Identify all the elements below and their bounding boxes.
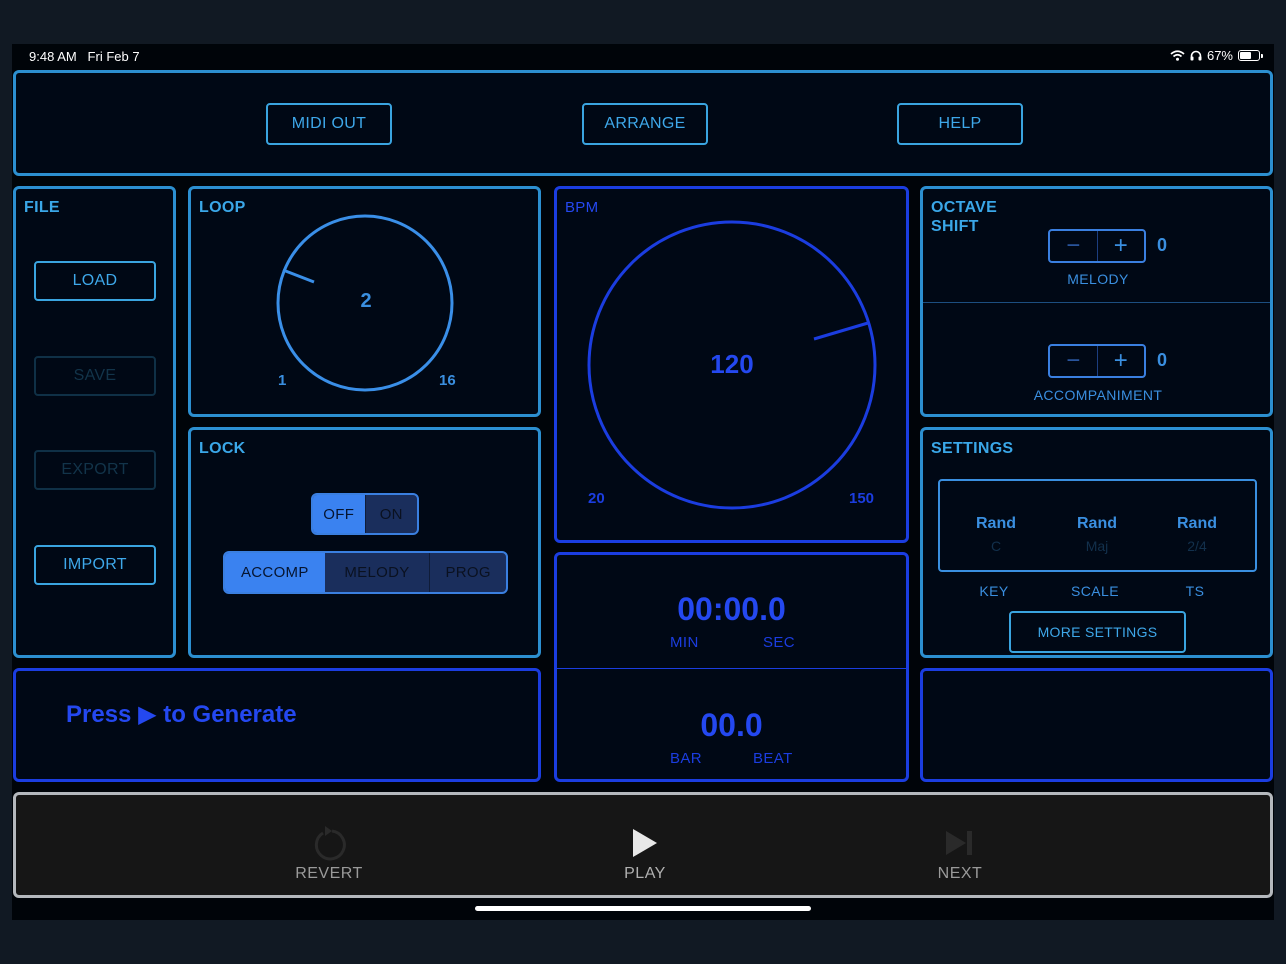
play-label: PLAY [624,865,666,882]
ts-picker-value: Rand [1177,515,1217,532]
message-panel: Press ▶ to Generate [13,668,541,782]
scale-label: SCALE [1071,583,1119,599]
loop-panel: LOOP 2 1 16 [188,186,541,417]
next-button[interactable]: NEXT [900,825,1020,883]
min-label: MIN [670,634,699,651]
lock-target-melody[interactable]: MELODY [325,553,430,592]
sec-label: SEC [763,634,796,651]
lock-target-prog[interactable]: PROG [429,553,506,592]
midi-out-button[interactable]: MIDI OUT [266,103,392,145]
revert-label: REVERT [295,865,363,882]
melody-octave-label: MELODY [1067,271,1129,287]
battery-icon [1238,50,1263,61]
empty-panel [920,668,1273,782]
lock-target-selector: ACCOMP MELODY PROG [223,551,508,594]
load-button[interactable]: LOAD [34,261,156,301]
more-settings-button[interactable]: MORE SETTINGS [1009,611,1186,653]
status-date-text: Fri Feb 7 [87,49,140,64]
scale-picker-value: Rand [1077,515,1117,532]
lock-target-accomp[interactable]: ACCOMP [225,553,325,592]
wifi-icon [1170,50,1185,61]
bpm-min-label: 20 [588,490,605,507]
melody-octave-stepper: − + [1048,229,1146,263]
settings-picker[interactable]: Rand C Rand Maj Rand 2/4 [938,479,1257,572]
generate-message: Press ▶ to Generate [66,700,297,729]
revert-icon [314,826,346,861]
revert-button[interactable]: REVERT [269,825,389,883]
settings-panel: SETTINGS Rand C Rand Maj Rand 2/4 KEY SC… [920,427,1273,658]
accomp-octave-plus-button[interactable]: + [1098,346,1145,376]
generate-message-prefix: Press [66,701,132,728]
import-button[interactable]: IMPORT [34,545,156,585]
status-time-text: 9:48 AM [29,49,77,64]
octave-shift-title-line1: OCTAVE [931,199,998,216]
lock-panel: LOCK OFF ON ACCOMP MELODY PROG [188,427,541,658]
app-screen: 9:48 AM Fri Feb 7 67% MIDI OUT ARRANGE H… [12,44,1274,920]
bpm-value: 120 [710,349,754,379]
play-glyph-icon: ▶ [138,701,157,728]
top-bar-panel: MIDI OUT ARRANGE HELP [13,70,1273,176]
melody-octave-plus-button[interactable]: + [1098,231,1145,261]
play-icon [633,829,657,857]
accomp-octave-minus-button[interactable]: − [1050,346,1098,376]
melody-octave-minus-button[interactable]: − [1050,231,1098,261]
loop-min-label: 1 [278,372,287,389]
loop-value: 2 [360,290,372,312]
battery-percent: 67% [1206,48,1233,63]
lock-toggle-on[interactable]: ON [364,495,418,533]
status-indicators: 67% [1170,48,1263,63]
octave-divider [923,302,1270,303]
lock-toggle: OFF ON [311,493,419,535]
play-button[interactable]: PLAY [585,825,705,883]
file-title: FILE [24,199,60,216]
ts-picker-next: 2/4 [1187,538,1207,554]
help-button[interactable]: HELP [897,103,1023,145]
ts-label: TS [1185,583,1205,599]
key-picker-value: Rand [976,515,1016,532]
lock-toggle-off[interactable]: OFF [313,495,365,533]
skip-next-icon [946,831,972,855]
elapsed-time: 00:00.0 [677,591,786,627]
bar-beat-position: 00.0 [700,707,763,743]
status-time: 9:48 AM Fri Feb 7 [29,49,140,64]
bpm-max-label: 150 [849,490,875,507]
transport-bar: REVERT PLAY NEXT [13,792,1273,898]
export-button[interactable]: EXPORT [34,450,156,490]
melody-octave-value: 0 [1157,235,1168,255]
key-picker-next: C [990,538,1002,554]
next-label: NEXT [937,865,983,882]
key-label: KEY [979,583,1009,599]
timer-divider [557,668,906,669]
beat-label: BEAT [753,750,793,767]
save-button[interactable]: SAVE [34,356,156,396]
scale-picker-next: Maj [1085,538,1109,554]
lock-title: LOCK [199,440,246,457]
key-picker[interactable]: Rand C [954,515,1038,554]
headphones-icon [1190,50,1202,61]
octave-shift-title-line2: SHIFT [931,218,979,235]
settings-title: SETTINGS [931,440,1014,457]
bpm-panel: BPM 120 20 150 [554,186,909,543]
octave-shift-panel: OCTAVE SHIFT − + 0 MELODY − + 0 ACCOMPAN… [920,186,1273,417]
accomp-octave-label: ACCOMPANIMENT [1033,387,1163,403]
home-indicator[interactable] [475,906,811,911]
status-bar: 9:48 AM Fri Feb 7 67% [12,44,1274,68]
timer-panel: 00:00.0 MIN SEC 00.0 BAR BEAT [554,552,909,782]
octave-shift-title: OCTAVE SHIFT [931,198,997,236]
generate-message-suffix: to Generate [163,701,297,728]
arrange-button[interactable]: ARRANGE [582,103,708,145]
ts-picker[interactable]: Rand 2/4 [1155,515,1239,554]
scale-picker[interactable]: Rand Maj [1055,515,1139,554]
loop-max-label: 16 [439,372,456,389]
battery-fill [1240,52,1251,59]
accomp-octave-value: 0 [1157,350,1168,370]
file-panel: FILE LOAD SAVE EXPORT IMPORT [13,186,176,658]
accomp-octave-stepper: − + [1048,344,1146,378]
bar-label: BAR [670,750,703,767]
